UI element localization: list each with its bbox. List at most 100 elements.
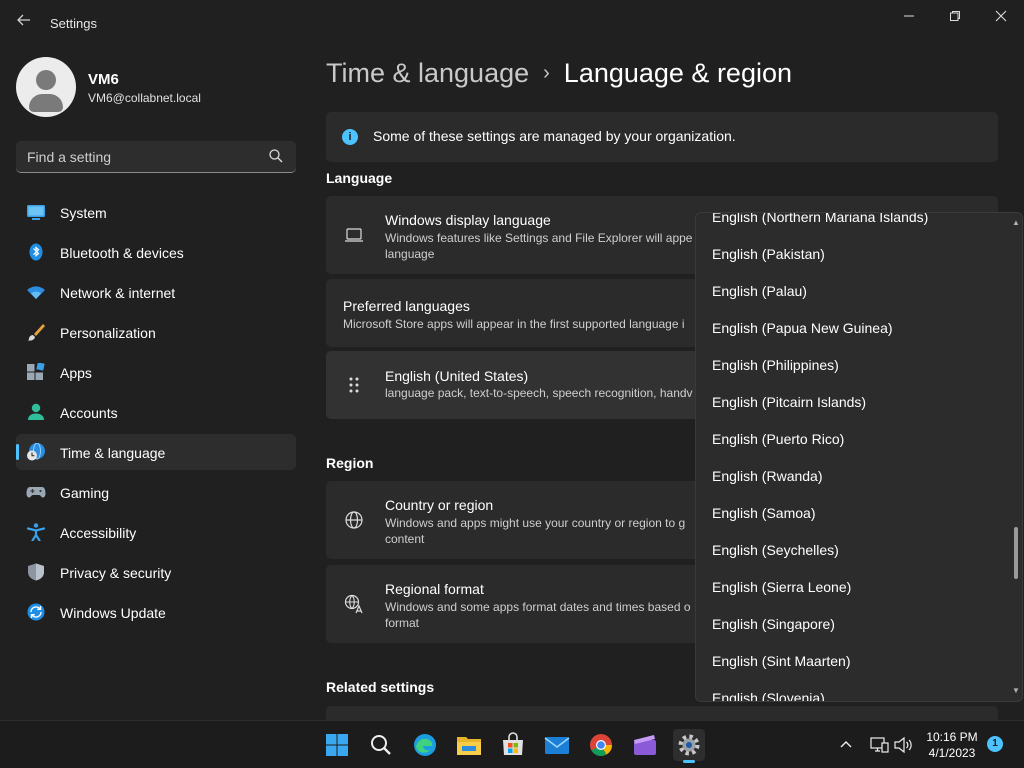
country-region-title: Country or region <box>385 497 494 513</box>
sidebar-item-label: Time & language <box>60 445 166 461</box>
media-app-icon <box>634 735 656 755</box>
taskbar-file-explorer[interactable] <box>453 729 485 761</box>
sidebar-item-privacy[interactable]: Privacy & security <box>16 554 296 590</box>
taskbar-chrome[interactable] <box>585 729 617 761</box>
preferred-languages-desc: Microsoft Store apps will appear in the … <box>343 317 685 331</box>
dropdown-option[interactable]: English (Palau) <box>696 273 1006 310</box>
preferred-languages-title: Preferred languages <box>343 298 470 314</box>
dropdown-option[interactable]: English (Sierra Leone) <box>696 569 1006 606</box>
sidebar-item-windows-update[interactable]: Windows Update <box>16 594 296 630</box>
sidebar-item-accessibility[interactable]: Accessibility <box>16 514 296 550</box>
taskbar-mail[interactable] <box>541 729 573 761</box>
dropdown-option[interactable]: English (Pakistan) <box>696 236 1006 273</box>
network-icon[interactable] <box>869 736 889 754</box>
file-explorer-icon <box>457 737 481 755</box>
back-button[interactable] <box>14 12 34 36</box>
sidebar-item-label: Windows Update <box>60 605 166 621</box>
sidebar-item-apps[interactable]: Apps <box>16 354 296 390</box>
info-banner: i Some of these settings are managed by … <box>326 112 998 162</box>
chrome-icon <box>590 734 612 756</box>
dropdown-option[interactable]: English (Philippines) <box>696 347 1006 384</box>
sidebar-item-time-language[interactable]: Time & language <box>16 434 296 470</box>
globe-icon <box>345 511 363 529</box>
notification-badge[interactable]: 1 <box>987 736 1003 752</box>
chevron-up-icon[interactable] <box>838 737 854 753</box>
breadcrumb-parent[interactable]: Time & language <box>326 58 529 88</box>
apps-icon <box>27 363 45 380</box>
search-input[interactable]: Find a setting <box>16 141 296 173</box>
related-settings-card[interactable] <box>326 706 998 720</box>
sidebar-item-label: Personalization <box>60 325 156 341</box>
start-button[interactable] <box>321 729 353 761</box>
sidebar-item-personalization[interactable]: Personalization <box>16 314 296 350</box>
scroll-up-arrow-icon[interactable]: ▲ <box>1012 219 1020 227</box>
section-heading-related: Related settings <box>326 679 435 695</box>
dropdown-option[interactable]: English (Sint Maarten) <box>696 643 1006 680</box>
search-placeholder: Find a setting <box>27 149 112 165</box>
info-banner-text: Some of these settings are managed by yo… <box>373 128 736 144</box>
regional-format-desc: Windows and some apps format dates and t… <box>385 600 691 614</box>
regional-format-desc-2: format <box>385 616 420 630</box>
display-language-desc-2: language <box>385 247 435 261</box>
breadcrumb: Time & language › Language & region <box>326 58 792 89</box>
system-monitor-icon <box>27 205 45 220</box>
dropdown-option[interactable]: English (Seychelles) <box>696 532 1006 569</box>
sidebar-item-network[interactable]: Network & internet <box>16 274 296 310</box>
country-region-desc-2: content <box>385 532 425 546</box>
dropdown-option[interactable]: English (Papua New Guinea) <box>696 310 1006 347</box>
settings-gear-icon <box>678 734 700 756</box>
dropdown-scrollbar[interactable]: ▲ ▼ <box>1012 219 1020 695</box>
sidebar-item-label: System <box>60 205 107 221</box>
scroll-down-arrow-icon[interactable]: ▼ <box>1012 687 1020 695</box>
update-icon <box>27 603 45 621</box>
taskbar-media-app[interactable] <box>629 729 661 761</box>
scrollbar-thumb[interactable] <box>1014 527 1018 579</box>
search-icon <box>371 735 391 755</box>
taskbar-clock[interactable]: 10:16 PM 4/1/2023 <box>920 729 984 761</box>
accessibility-icon <box>26 523 46 541</box>
active-indicator <box>16 444 19 460</box>
page-title: Language & region <box>563 58 792 88</box>
dropdown-option[interactable]: English (Singapore) <box>696 606 1006 643</box>
user-name: VM6 <box>88 71 119 88</box>
sidebar-item-bluetooth[interactable]: Bluetooth & devices <box>16 234 296 270</box>
drag-handle-icon[interactable] <box>344 375 364 395</box>
app-title: Settings <box>50 16 97 31</box>
dropdown-option[interactable]: English (Northern Mariana Islands) <box>696 213 1006 236</box>
sidebar-item-label: Network & internet <box>60 285 176 301</box>
sidebar-item-accounts[interactable]: Accounts <box>16 394 296 430</box>
taskbar-edge[interactable] <box>409 729 441 761</box>
dropdown-option[interactable]: English (Pitcairn Islands) <box>696 384 1006 421</box>
installed-language-title: English (United States) <box>385 368 529 384</box>
dropdown-option[interactable]: English (Slovenia) <box>696 680 1006 701</box>
sidebar-nav: System Bluetooth & devices Network & int… <box>16 194 296 634</box>
dropdown-option[interactable]: English (Rwanda) <box>696 458 1006 495</box>
laptop-icon <box>345 228 363 242</box>
taskbar-settings[interactable] <box>673 729 705 763</box>
sidebar-item-gaming[interactable]: Gaming <box>16 474 296 510</box>
section-heading-language: Language <box>326 170 393 186</box>
language-dropdown-list[interactable]: English (Northern Mariana Islands) Engli… <box>695 212 1023 702</box>
dropdown-option[interactable]: English (Puerto Rico) <box>696 421 1006 458</box>
bluetooth-icon <box>29 243 43 261</box>
sidebar-item-label: Accessibility <box>60 525 137 541</box>
display-language-title: Windows display language <box>385 212 551 228</box>
taskbar-search-button[interactable] <box>365 729 397 761</box>
info-icon: i <box>342 129 358 145</box>
gamepad-icon <box>26 487 46 498</box>
country-region-desc: Windows and apps might use your country … <box>385 516 686 530</box>
sidebar-item-label: Accounts <box>60 405 118 421</box>
arrow-left-icon <box>17 14 30 26</box>
section-heading-region: Region <box>326 455 374 471</box>
user-profile[interactable]: VM6 VM6@collabnet.local <box>16 57 296 117</box>
edge-icon <box>414 734 436 756</box>
paintbrush-icon <box>27 324 45 341</box>
windows-start-icon <box>326 734 348 756</box>
sidebar-item-system[interactable]: System <box>16 194 296 230</box>
taskbar-store[interactable] <box>497 729 529 761</box>
volume-icon[interactable] <box>893 736 913 754</box>
taskbar: 10:16 PM 4/1/2023 <box>0 720 1024 768</box>
store-icon <box>503 732 523 755</box>
shield-icon <box>28 563 44 581</box>
dropdown-option[interactable]: English (Samoa) <box>696 495 1006 532</box>
